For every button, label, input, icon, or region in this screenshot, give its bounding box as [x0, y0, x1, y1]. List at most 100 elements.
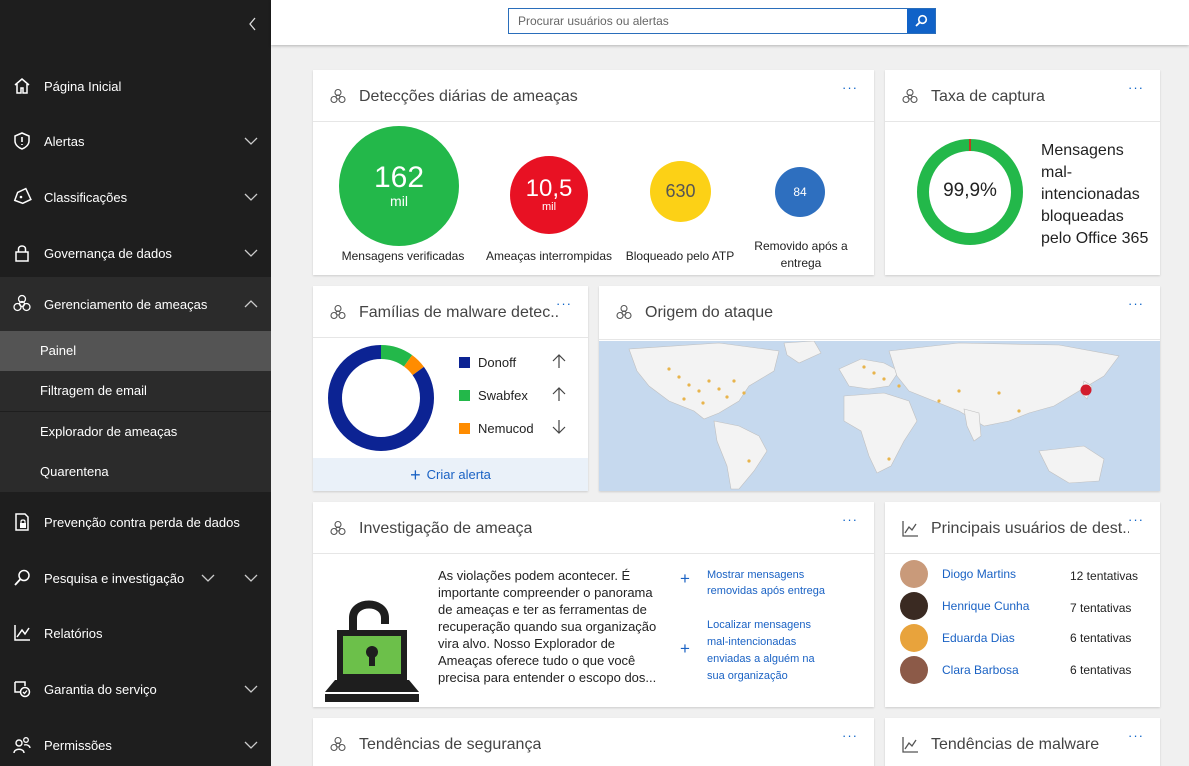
- nav-threat-management[interactable]: Gerenciamento de ameaças: [0, 277, 271, 331]
- search-icon: [915, 14, 928, 27]
- subnav-label: Explorador de ameaças: [40, 424, 178, 439]
- stat-circle-removed: 84: [775, 167, 825, 217]
- nav-service-assurance[interactable]: Garantia do serviço: [0, 661, 271, 717]
- stat-label: Mensagens verificadas: [341, 249, 465, 263]
- link-line: sua organização: [707, 670, 788, 682]
- top-bar: [271, 0, 1189, 45]
- subnav-email-filtering[interactable]: Filtragem de email: [0, 371, 271, 411]
- subnav-label: Filtragem de email: [40, 383, 147, 398]
- search-input[interactable]: [509, 9, 907, 33]
- chevron-down-icon[interactable]: [244, 740, 258, 750]
- chevron-up-icon[interactable]: [244, 299, 258, 309]
- capture-line: mal-: [1041, 164, 1073, 181]
- user-link[interactable]: Eduarda Dias: [942, 631, 1015, 645]
- search-button[interactable]: [907, 9, 935, 33]
- nav-label: Classificações: [44, 189, 128, 205]
- malware-donut-chart: [328, 345, 434, 451]
- more-options-button[interactable]: ···: [842, 80, 858, 95]
- card-title: Investigação de ameaça: [359, 520, 533, 537]
- more-options-button[interactable]: ···: [842, 512, 858, 527]
- nav-dlp[interactable]: Prevenção contra perda de dados: [0, 494, 271, 550]
- link-line: Localizar mensagens: [707, 619, 811, 631]
- avatar: [900, 592, 928, 620]
- stat-label: Removido após a entrega: [754, 239, 848, 270]
- stat-value: 630: [665, 181, 696, 201]
- user-attempts: 6 tentativas: [1070, 663, 1132, 677]
- chevron-down-icon[interactable]: [244, 136, 258, 146]
- capture-percent: 99,9%: [943, 180, 997, 201]
- link-line: removidas após entrega: [707, 585, 826, 597]
- stat-label: Ameaças interrompidas: [485, 249, 613, 263]
- card-header: Detecções diárias de ameaças ···: [313, 70, 874, 122]
- user-link[interactable]: Henrique Cunha: [942, 599, 1029, 613]
- chevron-down-icon[interactable]: [244, 192, 258, 202]
- more-options-button[interactable]: ···: [1128, 728, 1144, 743]
- user-link[interactable]: Clara Barbosa: [942, 663, 1019, 677]
- card-header: Principais usuários de dest... ···: [885, 502, 1160, 554]
- more-options-button[interactable]: ···: [1128, 80, 1144, 95]
- nav-home[interactable]: Página Inicial: [0, 58, 271, 114]
- investigation-description: As violações podem acontecer. É importan…: [438, 567, 673, 686]
- malware-families-card: Famílias de malware detec... ··· Donoff …: [313, 286, 588, 491]
- nav-label: Permissões: [44, 737, 112, 753]
- link-line: Mostrar mensagens: [707, 569, 805, 581]
- nav-reports[interactable]: Relatórios: [0, 605, 271, 661]
- document-lock-icon: [15, 513, 29, 531]
- legend-swatch: [459, 390, 470, 401]
- more-options-button[interactable]: ···: [842, 728, 858, 743]
- world-map[interactable]: [599, 341, 1160, 491]
- nav-label: Relatórios: [44, 625, 103, 641]
- capture-rate-card: Taxa de captura ··· 99,9% Mensagens mal-…: [885, 70, 1160, 275]
- nav-alerts[interactable]: Alertas: [0, 113, 271, 169]
- nav-data-governance[interactable]: Governança de dados: [0, 225, 271, 281]
- chevron-left-icon[interactable]: [247, 16, 259, 32]
- stat-value: 10,5: [525, 175, 573, 202]
- stat-value: 162: [373, 161, 425, 194]
- avatar: [900, 624, 928, 652]
- card-header: Origem do ataque ···: [599, 286, 1160, 340]
- card-header: Tendências de segurança ···: [313, 718, 874, 766]
- description-line: Ameaças oferece tudo o que você: [438, 653, 636, 668]
- nav-label: Governança de dados: [44, 245, 172, 261]
- description-line: vira alvo. Nosso Explorador de: [438, 636, 616, 651]
- description-line: importante compreender o panorama: [438, 585, 653, 600]
- shield-icon: [14, 132, 30, 150]
- capture-description: Mensagens mal- intencionadas bloqueadas …: [1041, 140, 1148, 250]
- more-options-button[interactable]: ···: [1128, 512, 1144, 527]
- subnav-dashboard[interactable]: Painel: [0, 331, 271, 371]
- malware-trends-card: Tendências de malware ···: [885, 718, 1160, 766]
- subnav-label: Quarentena: [40, 464, 109, 479]
- plus-icon: +: [410, 464, 421, 485]
- nav-label: Gerenciamento de ameaças: [44, 296, 208, 312]
- nav-permissions[interactable]: Permissões: [0, 717, 271, 766]
- stat-unit: mil: [541, 201, 557, 213]
- chevron-down-icon[interactable]: [244, 684, 258, 694]
- nav-label: Pesquisa e investigação: [44, 570, 185, 586]
- subnav-threat-explorer[interactable]: Explorador de ameaças: [0, 412, 271, 452]
- home-icon: [14, 78, 30, 94]
- nav-classifications[interactable]: Classificações: [0, 169, 271, 225]
- create-alert-button[interactable]: + Criar alerta: [313, 458, 588, 491]
- card-header: Taxa de captura ···: [885, 70, 1160, 122]
- chevron-down-icon[interactable]: [201, 573, 215, 583]
- nav-search-investigation[interactable]: Pesquisa e investigação: [0, 550, 271, 606]
- chevron-down-icon[interactable]: [244, 248, 258, 258]
- link-text: Localizar mensagens mal-intencionadas en…: [707, 617, 815, 685]
- security-trends-card: Tendências de segurança ···: [313, 718, 874, 766]
- stat-value: 84: [793, 185, 807, 199]
- user-link[interactable]: Diogo Martins: [942, 567, 1016, 581]
- attack-origin-card: Origem do ataque ···: [599, 286, 1160, 491]
- description-line: recuperação quando sua organização: [438, 619, 657, 634]
- user-attempts: 6 tentativas: [1070, 631, 1132, 645]
- subnav-quarantine[interactable]: Quarentena: [0, 452, 271, 492]
- more-options-button[interactable]: ···: [1128, 296, 1144, 311]
- daily-detections-card: Detecções diárias de ameaças ··· 162 mil…: [313, 70, 874, 275]
- link-line: mal-intencionadas: [707, 636, 797, 648]
- more-options-button[interactable]: ···: [556, 296, 572, 311]
- description-line: de ameaças e ter as ferramentas de: [438, 602, 647, 617]
- legend-label: Donoff: [478, 355, 517, 370]
- chevron-down-icon[interactable]: [244, 573, 258, 583]
- card-title: Famílias de malware detec...: [359, 304, 559, 321]
- service-icon: [14, 681, 31, 698]
- chart-icon: [902, 737, 918, 753]
